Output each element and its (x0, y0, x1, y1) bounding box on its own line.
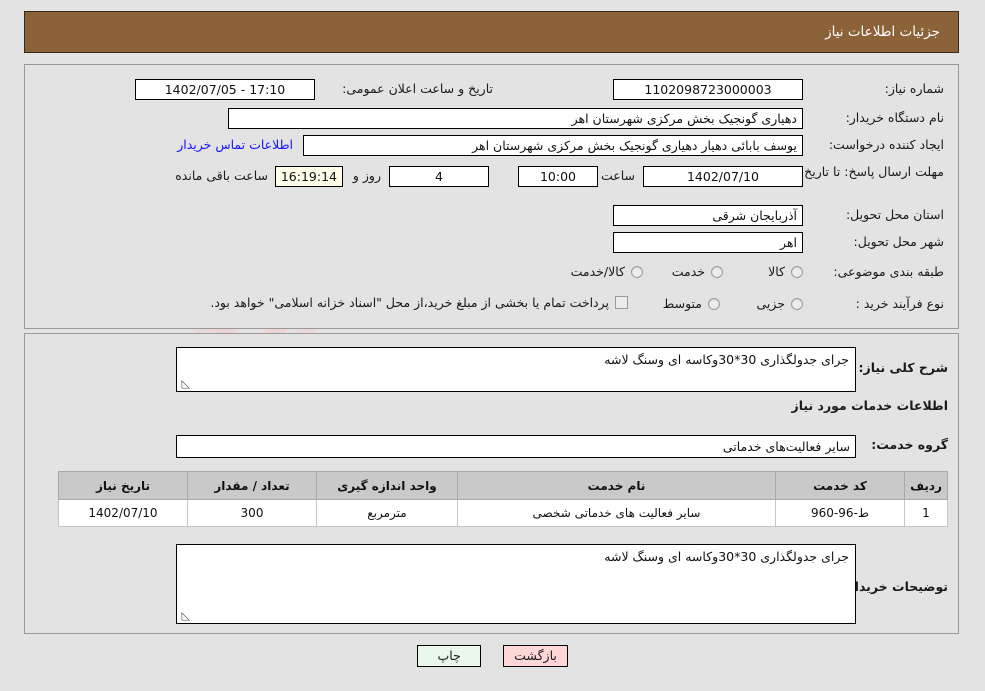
category-option-service-label: خدمت (671, 264, 705, 279)
need-number-value: 1102098723000003 (613, 79, 803, 100)
action-bar: بازگشت چاپ (0, 645, 985, 667)
province-row: استان محل تحویل: (846, 207, 944, 222)
service-group-label: گروه خدمت: (871, 437, 948, 452)
deadline-days-suffix: روز و (352, 168, 381, 183)
deadline-label: مهلت ارسال پاسخ: تا تاریخ: (799, 164, 944, 179)
province-label: استان محل تحویل: (845, 207, 944, 222)
purchase-option-minor[interactable]: جزیی (756, 296, 803, 311)
col-need-date: تاریخ نیاز (58, 471, 188, 500)
purchase-process-label: نوع فرآیند خرید : (855, 296, 944, 311)
radio-icon[interactable] (708, 297, 720, 310)
col-service-name: نام خدمت (457, 471, 776, 500)
deadline-date-value: 1402/07/10 (643, 166, 803, 187)
radio-icon[interactable] (791, 265, 803, 278)
col-index: ردیف (904, 471, 948, 500)
resize-grip-icon[interactable]: ◺ (180, 610, 190, 621)
purchase-option-minor-label: جزیی (756, 296, 785, 311)
need-details-panel: شرح کلی نیاز: جرای جدولگذاری 30*30وکاسه … (24, 333, 959, 634)
need-description-textarea[interactable]: جرای جدولگذاری 30*30وکاسه ای وسنگ لاشه ◺ (176, 347, 856, 392)
province-value: آذربایجان شرقی (613, 205, 803, 226)
buyer-notes-value: جرای جدولگذاری 30*30وکاسه ای وسنگ لاشه (604, 549, 849, 564)
page-header: جزئیات اطلاعات نیاز (24, 11, 959, 53)
service-group-row: گروه خدمت: (871, 437, 948, 452)
deadline-days-value: 4 (389, 166, 489, 187)
col-quantity: تعداد / مقدار (187, 471, 317, 500)
buyer-org-value: دهیاری گونجیک بخش مرکزی شهرستان اهر (228, 108, 803, 129)
services-table: ردیف کد خدمت نام خدمت واحد اندازه گیری ت… (58, 471, 948, 527)
table-header-row: ردیف کد خدمت نام خدمت واحد اندازه گیری ت… (58, 471, 948, 500)
cell-unit: مترمربع (316, 499, 458, 527)
request-creator-row: ایجاد کننده درخواست: (829, 137, 944, 152)
public-announce-label: تاریخ و ساعت اعلان عمومی: (342, 81, 493, 96)
category-option-service[interactable]: خدمت (672, 264, 723, 279)
table-row: 1 ط-96-960 سایر فعالیت های خدماتی شخصی م… (58, 499, 948, 527)
col-service-code: کد خدمت (775, 471, 905, 500)
city-value: اهر (613, 232, 803, 253)
radio-icon[interactable] (631, 265, 643, 278)
need-description-row: شرح کلی نیاز: (859, 360, 948, 375)
page-title: جزئیات اطلاعات نیاز (825, 24, 940, 40)
category-label: طبقه بندی موضوعی: (833, 264, 944, 279)
category-option-goods-label: کالا (768, 264, 785, 279)
need-description-label: شرح کلی نیاز: (858, 360, 948, 375)
purchase-process-row: نوع فرآیند خرید : (856, 296, 944, 311)
buyer-notes-textarea[interactable]: جرای جدولگذاری 30*30وکاسه ای وسنگ لاشه ◺ (176, 544, 856, 624)
need-number-label: شماره نیاز: (884, 81, 944, 96)
print-button[interactable]: چاپ (417, 645, 482, 667)
cell-quantity: 300 (187, 499, 317, 527)
need-summary-panel: شماره نیاز: 1102098723000003 تاریخ و ساع… (24, 64, 959, 329)
deadline-countdown-value: 16:19:14 (275, 166, 343, 187)
need-number-row: شماره نیاز: (885, 81, 944, 96)
purchase-option-medium-label: متوسط (662, 296, 702, 311)
buyer-org-label: نام دستگاه خریدار: (845, 110, 944, 125)
cell-index: 1 (904, 499, 948, 527)
public-announce-value: 17:10 - 1402/07/05 (135, 79, 315, 100)
cell-service-name: سایر فعالیت های خدماتی شخصی (457, 499, 776, 527)
services-heading: اطلاعات خدمات مورد نیاز (791, 398, 949, 413)
checkbox-icon[interactable] (615, 296, 628, 309)
category-row: طبقه بندی موضوعی: (833, 264, 944, 279)
category-option-goods[interactable]: کالا (768, 264, 803, 279)
category-option-goods-service[interactable]: کالا/خدمت (571, 264, 643, 279)
cell-need-date: 1402/07/10 (58, 499, 188, 527)
request-creator-value: یوسف بابائی دهیار دهیاری گونجیک بخش مرکز… (303, 135, 803, 156)
deadline-time-value: 10:00 (518, 166, 598, 187)
buyer-notes-label: توضیحات خریدار: (842, 579, 948, 594)
city-label: شهر محل تحویل: (853, 234, 944, 249)
cell-service-code: ط-96-960 (775, 499, 905, 527)
category-option-goods-service-label: کالا/خدمت (570, 264, 625, 279)
radio-icon[interactable] (711, 265, 723, 278)
deadline-time-label: ساعت (600, 168, 635, 183)
deadline-row: مهلت ارسال پاسخ: تا تاریخ: (800, 164, 944, 180)
treasury-bond-checkbox-group[interactable]: پرداخت تمام یا بخشی از مبلغ خرید،از محل … (210, 295, 628, 310)
purchase-option-medium[interactable]: متوسط (663, 296, 720, 311)
service-group-value: سایر فعالیت‌های خدماتی (176, 435, 856, 458)
buyer-org-row: نام دستگاه خریدار: (846, 110, 944, 125)
public-announce-row: تاریخ و ساعت اعلان عمومی: (342, 81, 493, 96)
back-button[interactable]: بازگشت (503, 645, 568, 667)
radio-icon[interactable] (791, 297, 803, 310)
need-description-value: جرای جدولگذاری 30*30وکاسه ای وسنگ لاشه (604, 352, 849, 367)
buyer-notes-row: توضیحات خریدار: (842, 579, 948, 594)
resize-grip-icon[interactable]: ◺ (180, 378, 190, 389)
city-row: شهر محل تحویل: (854, 234, 944, 249)
request-creator-label: ایجاد کننده درخواست: (828, 137, 944, 152)
col-unit: واحد اندازه گیری (316, 471, 458, 500)
treasury-bond-checkbox-label: پرداخت تمام یا بخشی از مبلغ خرید،از محل … (210, 295, 609, 310)
buyer-contact-link[interactable]: اطلاعات تماس خریدار (177, 137, 293, 152)
deadline-countdown-suffix: ساعت باقی مانده (175, 168, 268, 183)
